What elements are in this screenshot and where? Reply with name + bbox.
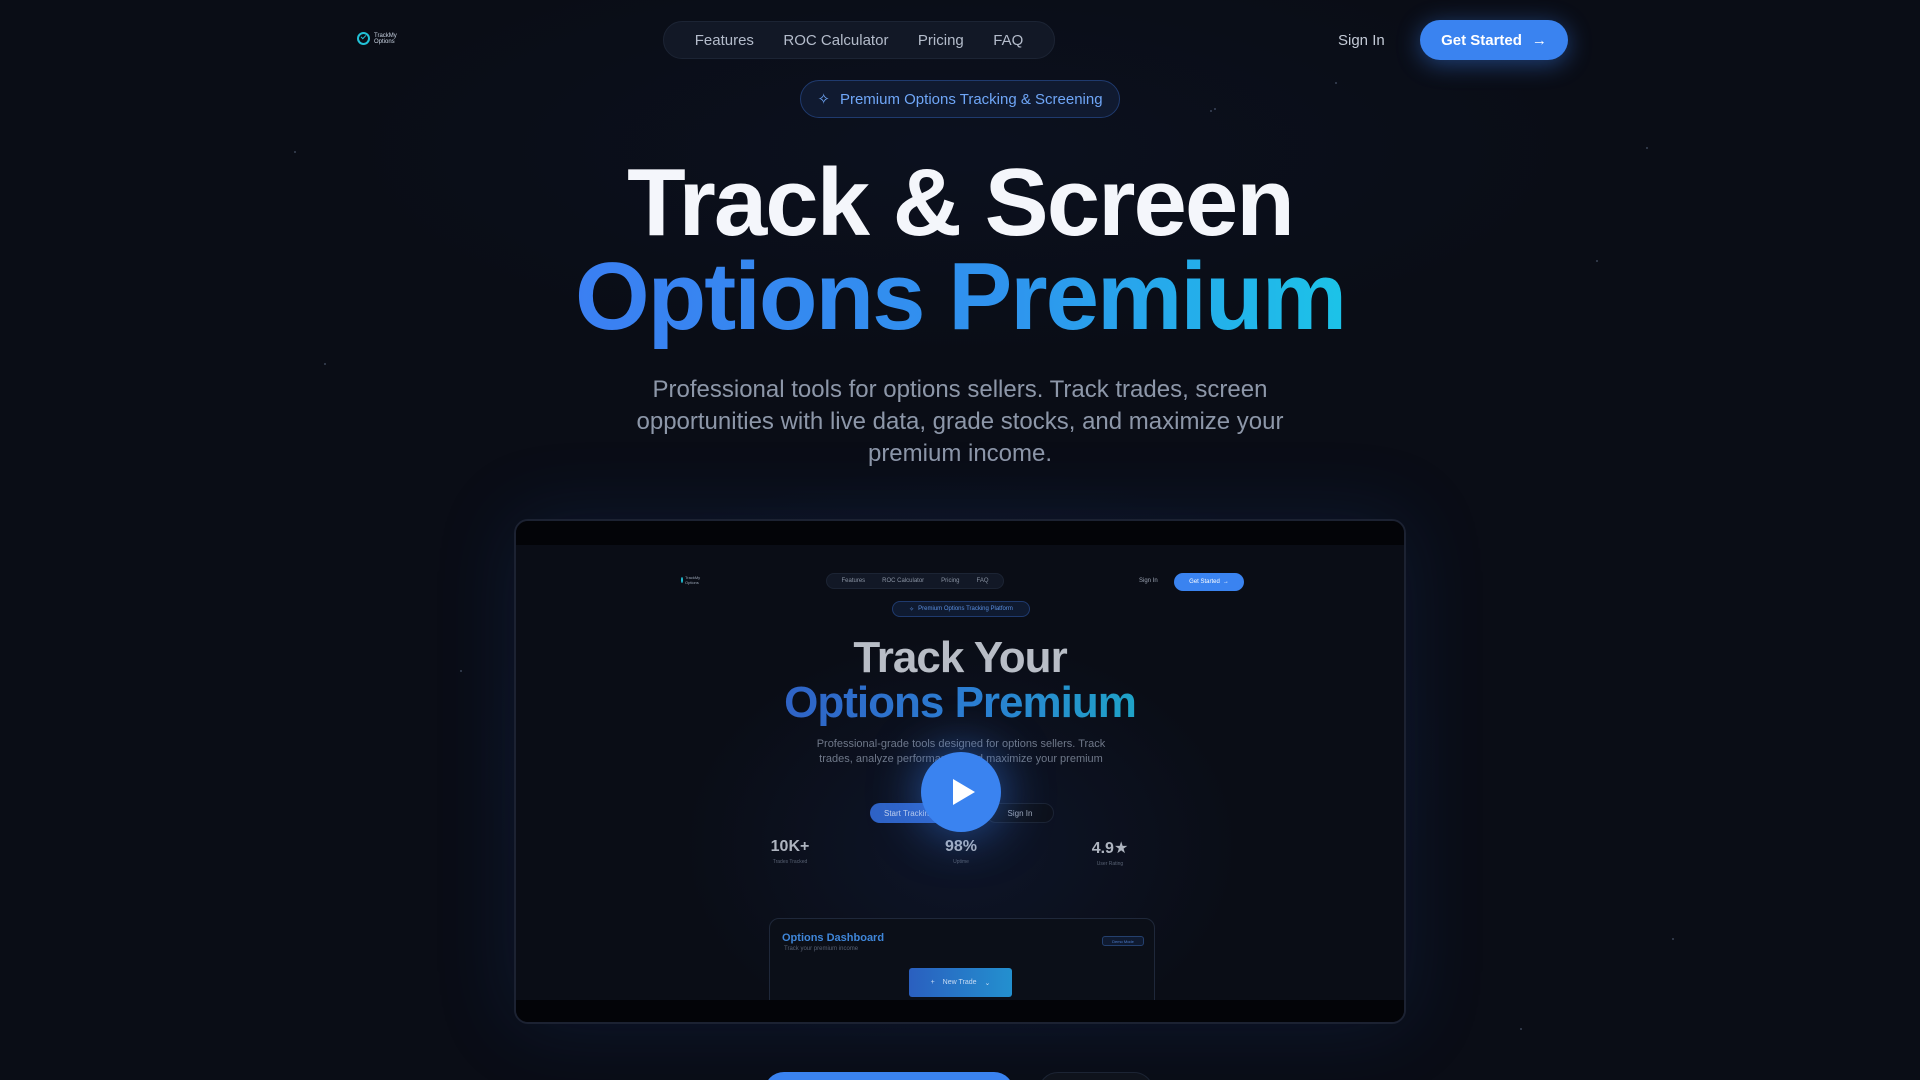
preview-sign-in: Sign In (1139, 578, 1158, 584)
preview-stat: 98% Uptime (921, 838, 1001, 865)
preview-title-line1: Track Your (853, 633, 1067, 682)
preview-dashboard-title: Options Dashboard (782, 932, 885, 944)
sparkles-icon: ✧ (817, 91, 830, 108)
star (460, 670, 462, 672)
preview-nav-roc: ROC Calculator (882, 578, 925, 584)
secondary-cta-button[interactable] (1038, 1072, 1154, 1080)
arrow-right-icon: → (1531, 31, 1547, 49)
preview-get-started-label: Get Started (1189, 579, 1220, 585)
logo[interactable]: TrackMy Options (357, 32, 397, 45)
preview-stat: 10K+ Trades Tracked (750, 838, 830, 865)
preview-chevron-down-icon: ⌄ (984, 979, 991, 987)
preview-logo: TrackMy Options (681, 575, 701, 585)
preview-nav-faq: FAQ (976, 578, 989, 584)
nav-link-faq[interactable]: FAQ (993, 32, 1023, 49)
preview-stat-value: 10K+ (770, 838, 810, 855)
preview-stat-value: 4.9★ (1091, 840, 1129, 857)
hero-title-line2: Options Premium (0, 242, 1920, 352)
play-icon (953, 779, 975, 805)
sign-in-link[interactable]: Sign In (1338, 32, 1385, 49)
star (1520, 1028, 1522, 1030)
check-circle-icon (357, 32, 370, 45)
preview-sparkles-icon: ✧ (909, 606, 915, 613)
star (1210, 110, 1212, 112)
hero-subtitle: Professional tools for options sellers. … (636, 376, 1284, 467)
preview-check-icon (681, 577, 683, 583)
nav-link-roc-calculator[interactable]: ROC Calculator (783, 32, 888, 49)
hero-title-gradient: Options Premium (574, 243, 1347, 350)
preview-bottom-bar (516, 1000, 1404, 1022)
preview-stat-label: User Rating (1096, 861, 1124, 867)
hero-badge: ✧ Premium Options Tracking & Screening (800, 80, 1120, 118)
star (1335, 82, 1337, 84)
get-started-label: Get Started (1441, 31, 1522, 49)
video-preview[interactable]: TrackMy Options Features ROC Calculator … (514, 519, 1406, 1024)
preview-stat-label: Trades Tracked (772, 859, 808, 865)
preview-stat-value: 98% (944, 838, 978, 855)
preview-get-started: Get Started → (1174, 573, 1244, 591)
logo-text: TrackMy Options (374, 32, 397, 45)
preview-top-bar (516, 521, 1404, 545)
hero-badge-text: Premium Options Tracking & Screening (839, 90, 1103, 108)
preview-stat-label: Uptime (953, 859, 969, 865)
top-nav: TrackMy Options Features ROC Calculator … (0, 20, 1920, 60)
preview-screen: TrackMy Options Features ROC Calculator … (516, 545, 1404, 1022)
nav-link-pricing[interactable]: Pricing (918, 32, 964, 49)
nav-links: Features ROC Calculator Pricing FAQ (663, 21, 1055, 59)
preview-nav-pricing: Pricing (941, 578, 960, 584)
get-started-button[interactable]: Get Started → (1420, 20, 1568, 60)
preview-plus-icon: + (930, 979, 935, 986)
preview-new-trade-button: + New Trade ⌄ (909, 968, 1012, 997)
nav-link-features[interactable]: Features (695, 32, 754, 49)
primary-cta-button[interactable] (764, 1072, 1014, 1080)
preview-stat: 4.9★ User Rating (1070, 838, 1150, 867)
star (1672, 938, 1674, 940)
preview-badge-text: Premium Options Tracking Platform (918, 606, 1013, 612)
play-button[interactable] (921, 752, 1001, 832)
preview-new-trade-label: New Trade (942, 979, 977, 986)
preview-logo-text: TrackMy Options (685, 575, 701, 585)
preview-title-line2: Options Premium (516, 678, 1404, 728)
preview-arrow-right-icon: → (1222, 579, 1229, 585)
preview-badge: ✧ Premium Options Tracking Platform (892, 601, 1030, 617)
preview-title-gradient: Options Premium (784, 678, 1137, 727)
preview-demo-badge: Demo Mode (1102, 936, 1144, 946)
preview-dashboard-subtitle: Track your premium income (784, 946, 859, 952)
preview-nav: Features ROC Calculator Pricing FAQ (826, 573, 1004, 589)
preview-nav-features: Features (841, 578, 866, 584)
star (324, 363, 326, 365)
star (1214, 108, 1216, 110)
